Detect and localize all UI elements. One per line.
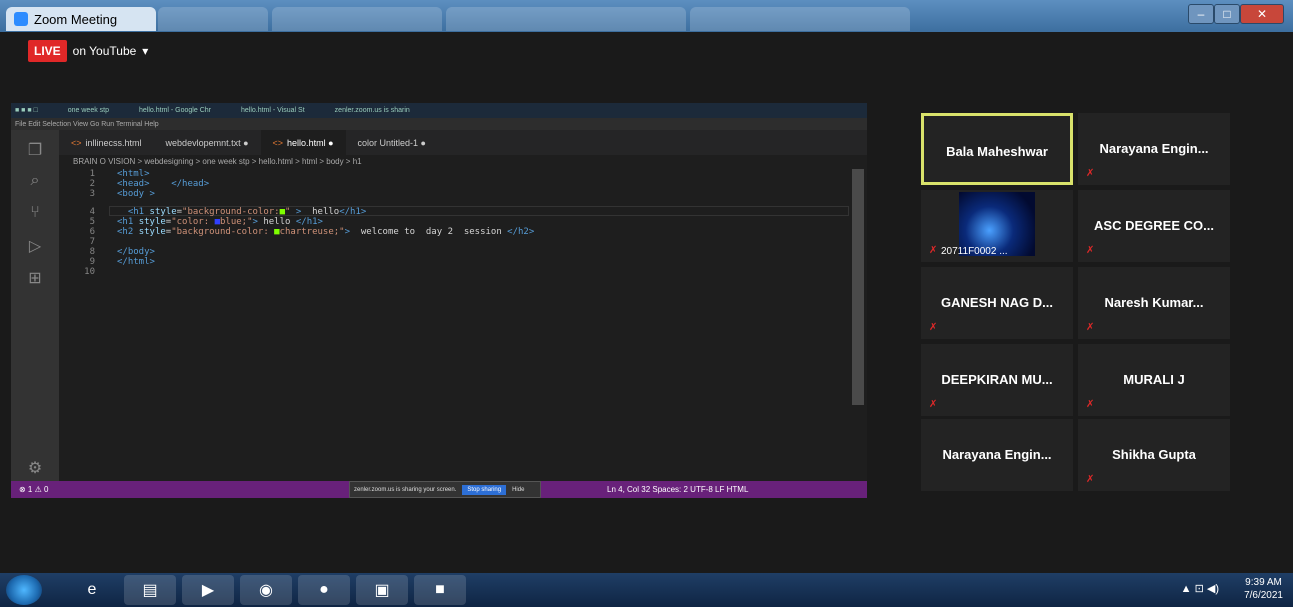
browser-tab[interactable] xyxy=(272,7,442,31)
muted-mic-icon: ✗ xyxy=(1086,399,1095,410)
code-editor[interactable]: 1 2 3 4 5 6 7 8 9 10 <html> <head> </hea… xyxy=(59,169,849,481)
maximize-button[interactable]: □ xyxy=(1214,4,1240,24)
windows-taskbar: e ▤ ▶ ◉ ● ▣ ■ ▲ ⊡ ◀) 9:39 AM 7/6/2021 xyxy=(0,573,1293,607)
tab-webdevlopemnt[interactable]: webdevlopemnt.txt ● xyxy=(154,130,261,155)
window-titlebar: Zoom Meeting – □ ✕ xyxy=(0,0,1293,32)
editor-tabs: <> inllinecss.html webdevlopemnt.txt ● <>… xyxy=(59,130,867,155)
source-control-icon[interactable]: ⑂ xyxy=(25,204,45,224)
muted-mic-icon: ✗ xyxy=(1086,322,1095,333)
share-notice-text: zenler.zoom.us is sharing your screen. xyxy=(354,486,457,493)
participant-tile[interactable]: GANESH NAG D... ✗ xyxy=(921,267,1073,339)
tab-inllinecss[interactable]: <> inllinecss.html xyxy=(59,130,154,155)
muted-mic-icon: ✗ xyxy=(929,399,938,410)
muted-mic-icon: ✗ xyxy=(1086,168,1095,179)
problems-status[interactable]: ⊗ 1 ⚠ 0 xyxy=(11,485,48,494)
zoom-tab[interactable]: Zoom Meeting xyxy=(6,7,156,31)
cursor-status[interactable]: Ln 4, Col 32 Spaces: 2 UTF-8 LF HTML xyxy=(607,485,748,494)
zoom-app-icon[interactable]: ■ xyxy=(414,575,466,605)
close-button[interactable]: ✕ xyxy=(1240,4,1284,24)
participant-tile[interactable]: Shikha Gupta ✗ xyxy=(1078,419,1230,491)
minimize-button[interactable]: – xyxy=(1188,4,1214,24)
stop-sharing-button[interactable]: Stop sharing xyxy=(462,484,507,495)
participant-tile[interactable]: Bala Maheshwar xyxy=(921,113,1073,185)
participant-tile[interactable]: ✗ 20711F0002 ... xyxy=(921,190,1073,262)
tab-hello[interactable]: <> hello.html ● xyxy=(260,130,346,155)
zoom-icon xyxy=(14,12,28,26)
gear-icon[interactable]: ⚙ xyxy=(25,458,45,478)
participant-tile[interactable]: MURALI J ✗ xyxy=(1078,344,1230,416)
muted-mic-icon: ✗ xyxy=(929,322,938,333)
participant-tile[interactable]: ASC DEGREE CO... ✗ xyxy=(1078,190,1230,262)
live-badge: LIVE xyxy=(28,40,67,62)
clock[interactable]: 9:39 AM 7/6/2021 xyxy=(1244,576,1283,602)
share-notice: zenler.zoom.us is sharing your screen. S… xyxy=(349,481,541,498)
participant-tile[interactable]: DEEPKIRAN MU... ✗ xyxy=(921,344,1073,416)
participant-gallery: Bala Maheshwar Narayana Engin... ✗ ✗ 20711… xyxy=(921,113,1285,491)
muted-mic-icon: ✗ xyxy=(1086,245,1095,256)
files-icon[interactable]: ❐ xyxy=(25,140,45,160)
media-icon[interactable]: ▶ xyxy=(182,575,234,605)
extensions-icon[interactable]: ⊞ xyxy=(25,268,45,288)
search-icon[interactable]: ⌕ xyxy=(25,172,45,192)
explorer-icon[interactable]: ▤ xyxy=(124,575,176,605)
browser-tab[interactable] xyxy=(446,7,686,31)
chevron-down-icon[interactable]: ▾ xyxy=(142,44,148,58)
muted-mic-icon: ✗ xyxy=(1086,474,1095,485)
editor-scrollbar[interactable] xyxy=(852,169,864,405)
tab-color[interactable]: color Untitled-1 ● xyxy=(346,130,438,155)
window-title: Zoom Meeting xyxy=(34,11,118,27)
participant-tile[interactable]: Naresh Kumar... ✗ xyxy=(1078,267,1230,339)
breadcrumb[interactable]: BRAIN O VISION > webdesigning > one week… xyxy=(73,157,362,166)
start-button[interactable] xyxy=(6,575,42,605)
live-indicator[interactable]: LIVE on YouTube ▾ xyxy=(28,40,148,62)
shared-screen: ■ ■ ■ □ one week stp hello.html - Google C… xyxy=(11,103,867,498)
run-debug-icon[interactable]: ▷ xyxy=(25,236,45,256)
muted-mic-icon: ✗ xyxy=(929,245,938,256)
remote-taskbar: ■ ■ ■ □ one week stp hello.html - Google C… xyxy=(11,103,867,118)
hide-button[interactable]: Hide xyxy=(512,487,524,493)
system-tray-icons[interactable]: ▲ ⊡ ◀) xyxy=(1181,582,1219,595)
firefox-icon[interactable]: ● xyxy=(298,575,350,605)
vscode-menu: File Edit Selection View Go Run Terminal… xyxy=(11,118,867,130)
participant-tile[interactable]: Narayana Engin... ✗ xyxy=(1078,113,1230,185)
live-platform[interactable]: on YouTube xyxy=(73,44,137,58)
participant-tile[interactable]: Narayana Engin... xyxy=(921,419,1073,491)
presentation-icon[interactable]: ▣ xyxy=(356,575,408,605)
browser-tab[interactable] xyxy=(158,7,268,31)
browser-tab[interactable] xyxy=(690,7,910,31)
ie-icon[interactable]: e xyxy=(66,575,118,605)
chrome-icon[interactable]: ◉ xyxy=(240,575,292,605)
activity-bar: ❐ ⌕ ⑂ ▷ ⊞ ⚙ xyxy=(11,130,59,481)
